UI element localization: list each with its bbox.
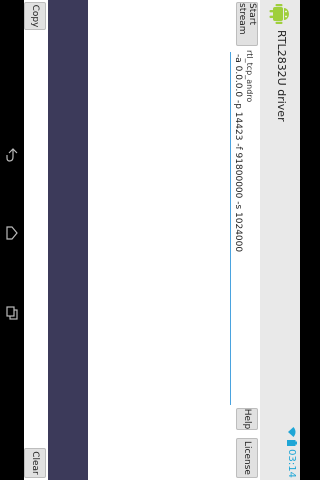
status-area: 03:14 <box>285 427 299 478</box>
back-icon[interactable] <box>6 148 18 162</box>
home-icon[interactable] <box>6 226 18 240</box>
license-button[interactable]: License <box>236 438 258 478</box>
start-stream-button[interactable]: Start stream <box>236 2 258 46</box>
battery-icon <box>287 440 297 447</box>
args-field-label: rtl_tcp_andro <box>245 50 254 103</box>
app-window: RTL2832U driver 03:14 Start stream rtl_t… <box>48 0 300 480</box>
status-time: 03:14 <box>286 449 298 478</box>
args-input[interactable] <box>230 52 246 405</box>
navigation-bar <box>0 0 24 480</box>
control-panel: Start stream rtl_tcp_andro Help License <box>88 0 260 480</box>
recents-icon[interactable] <box>6 306 18 320</box>
log-area[interactable] <box>48 0 88 480</box>
help-button[interactable]: Help <box>236 408 258 430</box>
android-icon <box>269 4 289 24</box>
copy-button[interactable]: Copy <box>24 2 46 30</box>
title-bar: RTL2832U driver 03:14 <box>259 0 300 480</box>
wifi-icon <box>288 427 296 438</box>
clear-button[interactable]: Clear <box>24 448 46 478</box>
rotated-screen: RTL2832U driver 03:14 Start stream rtl_t… <box>0 0 300 480</box>
app-title: RTL2832U driver <box>275 30 288 122</box>
